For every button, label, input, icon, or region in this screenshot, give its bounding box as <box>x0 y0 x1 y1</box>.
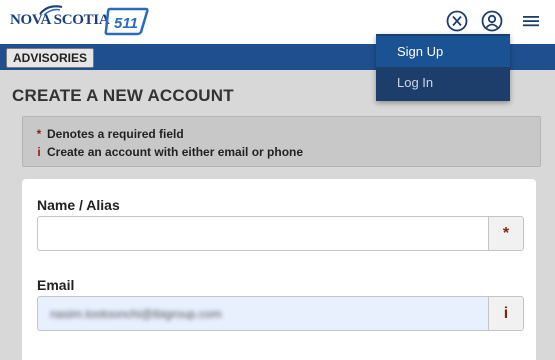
nova-scotia-logo[interactable]: NOVA SCOTIA <box>10 5 110 29</box>
info-note-text: Create an account with either email or p… <box>47 145 304 159</box>
511-logo-text: 511 <box>114 15 138 32</box>
account-dropdown-menu: Sign Up Log In <box>376 34 510 101</box>
email-input[interactable] <box>38 297 488 330</box>
info-note: i Create an account with either email or… <box>33 145 303 159</box>
x-twitter-icon[interactable] <box>445 9 469 33</box>
name-label: Name / Alias <box>37 197 120 213</box>
required-note-text: Denotes a required field <box>47 127 184 141</box>
name-input[interactable] <box>38 217 488 250</box>
info-icon[interactable]: i <box>488 297 523 330</box>
signup-form-card: Name / Alias * Email i <box>22 179 536 360</box>
email-label: Email <box>37 277 75 293</box>
asterisk-icon: * <box>36 127 42 141</box>
menu-item-log-in[interactable]: Log In <box>376 67 510 98</box>
511-logo[interactable]: 511 <box>104 6 150 36</box>
info-box: * Denotes a required field i Create an a… <box>22 116 541 167</box>
menu-item-sign-up[interactable]: Sign Up <box>376 36 510 67</box>
page-title: CREATE A NEW ACCOUNT <box>12 86 234 105</box>
advisories-button[interactable]: ADVISORIES <box>6 48 94 68</box>
swoosh-icon <box>39 5 63 16</box>
required-asterisk-icon: * <box>488 217 523 250</box>
info-icon: i <box>37 145 41 159</box>
name-field-group: * <box>37 216 524 251</box>
required-note: * Denotes a required field <box>33 127 184 141</box>
hamburger-menu-icon[interactable] <box>519 9 543 33</box>
email-field-group: i <box>37 296 524 331</box>
user-circle-icon[interactable] <box>480 9 504 33</box>
